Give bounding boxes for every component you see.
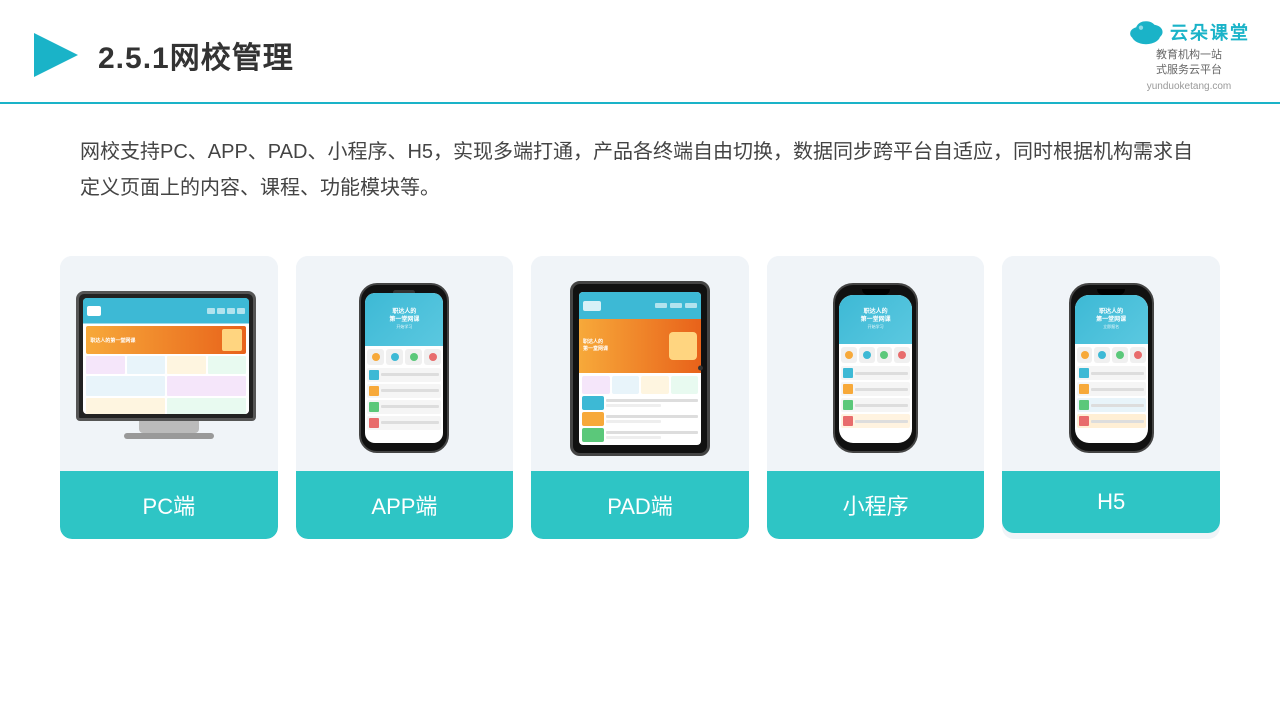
card-label-miniprogram: 小程序 (767, 471, 985, 539)
logo-cloud: 云朵课堂 (1128, 18, 1250, 46)
card-label-h5: H5 (1002, 471, 1220, 533)
phone-notch-screen-miniprogram: 职达人的第一堂网课 开始学习 (839, 295, 912, 443)
phone-mockup-app: 职达人的第一堂网课 开始学习 (359, 283, 449, 453)
card-miniprogram: 职达人的第一堂网课 开始学习 (767, 256, 985, 539)
cards-container: 职达人的第一堂网课 (0, 226, 1280, 569)
card-label-app: APP端 (296, 471, 514, 539)
description-text: 网校支持PC、APP、PAD、小程序、H5，实现多端打通，产品各终端自由切换，数… (0, 104, 1280, 216)
tablet-screen: 职达人的第一堂网课 (579, 292, 701, 445)
header-left: 2.5.1网校管理 (30, 29, 294, 81)
logo-url: yunduoketang.com (1147, 81, 1232, 92)
page-title: 2.5.1网校管理 (98, 33, 294, 77)
card-image-h5: 职达人的第一堂网课 立即报名 (1002, 256, 1220, 471)
card-image-app: 职达人的第一堂网课 开始学习 (296, 256, 514, 471)
card-pad: 职达人的第一堂网课 (531, 256, 749, 539)
play-icon (30, 29, 82, 81)
card-h5: 职达人的第一堂网课 立即报名 (1002, 256, 1220, 539)
phone-notch-mockup-miniprogram: 职达人的第一堂网课 开始学习 (833, 283, 918, 453)
header: 2.5.1网校管理 云朵课堂 教育机构一站 式服务云平台 yunduoketan… (0, 0, 1280, 104)
pc-monitor: 职达人的第一堂网课 (76, 291, 261, 446)
logo-text: 云朵课堂 (1170, 19, 1250, 45)
card-image-miniprogram: 职达人的第一堂网课 开始学习 (767, 256, 985, 471)
card-image-pc: 职达人的第一堂网课 (60, 256, 278, 471)
card-app: 职达人的第一堂网课 开始学习 (296, 256, 514, 539)
phone-notch-mockup-h5: 职达人的第一堂网课 立即报名 (1069, 283, 1154, 453)
logo-area: 云朵课堂 教育机构一站 式服务云平台 yunduoketang.com (1128, 18, 1250, 92)
tablet-mockup: 职达人的第一堂网课 (570, 281, 710, 456)
phone-screen-app: 职达人的第一堂网课 开始学习 (365, 293, 443, 443)
card-image-pad: 职达人的第一堂网课 (531, 256, 749, 471)
card-pc: 职达人的第一堂网课 (60, 256, 278, 539)
card-label-pad: PAD端 (531, 471, 749, 539)
phone-notch-screen-h5: 职达人的第一堂网课 立即报名 (1075, 295, 1148, 443)
card-label-pc: PC端 (60, 471, 278, 539)
cloud-icon (1128, 18, 1164, 46)
logo-tagline: 教育机构一站 式服务云平台 (1156, 48, 1222, 79)
